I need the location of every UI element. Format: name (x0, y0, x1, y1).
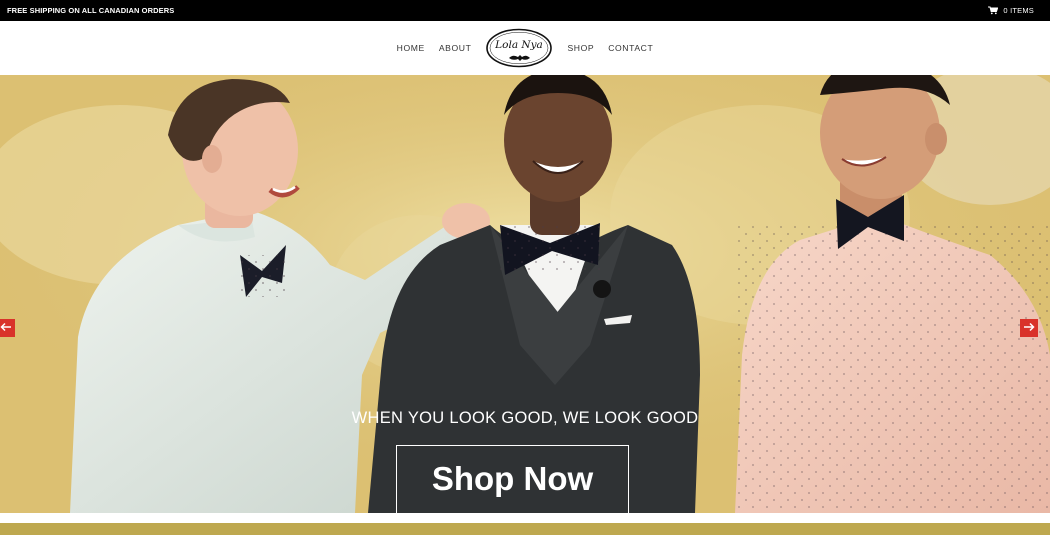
nav-contact-link[interactable]: CONTACT (608, 43, 653, 53)
nav-home-link[interactable]: HOME (397, 43, 425, 53)
nav-about-link[interactable]: ABOUT (439, 43, 472, 53)
section-divider (0, 513, 1050, 523)
arrow-right-icon (1023, 319, 1035, 337)
svg-text:Lola Nya: Lola Nya (495, 39, 544, 51)
next-section-strip (0, 523, 1050, 535)
slider-next-button[interactable] (1020, 319, 1038, 337)
shop-now-button[interactable]: Shop Now (396, 445, 629, 513)
hero-slider: WHEN YOU LOOK GOOD, WE LOOK GOOD Shop No… (0, 75, 1050, 513)
arrow-left-icon (0, 319, 12, 337)
hero-tagline: WHEN YOU LOOK GOOD, WE LOOK GOOD (351, 409, 699, 427)
site-header: HOME ABOUT Lola Nya SHOP CONTACT (0, 21, 1050, 75)
cart-link[interactable]: 0 ITEMS (988, 6, 1034, 15)
brand-logo[interactable]: Lola Nya (485, 27, 553, 69)
slider-prev-button[interactable] (0, 319, 15, 337)
cart-count-label: 0 ITEMS (1003, 6, 1034, 15)
announcement-bar: FREE SHIPPING ON ALL CANADIAN ORDERS 0 I… (0, 0, 1050, 21)
main-nav: HOME ABOUT Lola Nya SHOP CONTACT (397, 27, 654, 69)
nav-shop-link[interactable]: SHOP (567, 43, 594, 53)
shopping-cart-icon (988, 6, 999, 15)
shipping-promo-text: FREE SHIPPING ON ALL CANADIAN ORDERS (7, 6, 175, 15)
